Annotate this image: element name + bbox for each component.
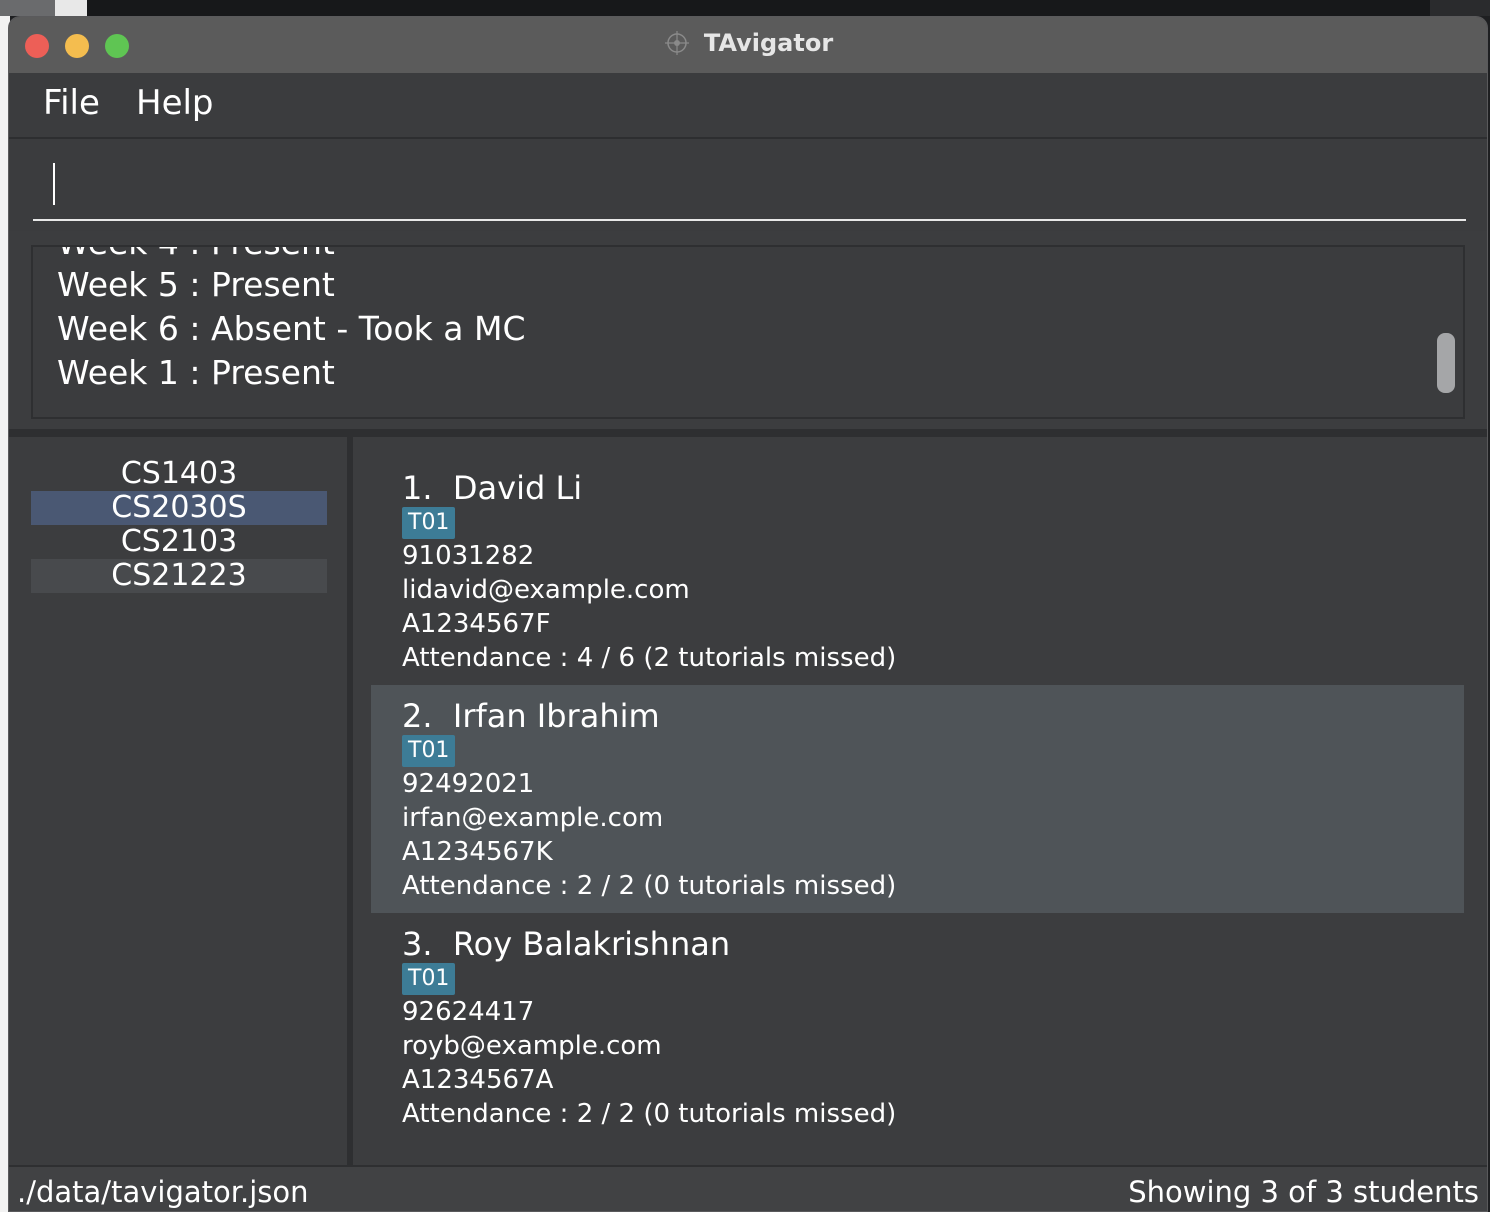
result-line: Week 5 : Present: [57, 265, 335, 304]
app-window: TAvigator File Help Week 4 : Present Wee…: [8, 16, 1488, 1212]
desktop-window-fragment: [0, 0, 55, 16]
menu-file[interactable]: File: [43, 83, 100, 123]
student-card[interactable]: 2. Irfan Ibrahim T01 92492021 irfan@exam…: [371, 685, 1464, 913]
student-card[interactable]: 3. Roy Balakrishnan T01 92624417 royb@ex…: [371, 913, 1464, 1141]
student-name: 1. David Li: [402, 469, 583, 507]
student-card[interactable]: 1. David Li T01 91031282 lidavid@example…: [371, 457, 1464, 685]
module-item-selected[interactable]: CS2030S: [31, 491, 327, 525]
result-line: Week 4 : Present: [57, 247, 335, 262]
student-matric: A1234567K: [402, 837, 553, 867]
student-email: royb@example.com: [402, 1031, 662, 1061]
student-attendance: Attendance : 4 / 6 (2 tutorials missed): [402, 643, 897, 673]
menu-help[interactable]: Help: [136, 83, 214, 123]
panel-divider[interactable]: [347, 437, 353, 1165]
status-bar: ./data/tavigator.json Showing 3 of 3 stu…: [9, 1165, 1487, 1211]
module-item[interactable]: CS2103: [31, 525, 327, 559]
data-file-path: ./data/tavigator.json: [17, 1175, 309, 1209]
title-bar[interactable]: TAvigator: [9, 17, 1487, 74]
student-phone: 91031282: [402, 541, 535, 571]
result-line: Week 1 : Present: [57, 353, 335, 392]
result-line: Week 6 : Absent - Took a MC: [57, 309, 526, 348]
tutorial-tag: T01: [402, 735, 456, 767]
module-item[interactable]: CS21223: [31, 559, 327, 593]
menu-bar: File Help: [9, 73, 1487, 139]
student-email: irfan@example.com: [402, 803, 664, 833]
section-divider: [9, 429, 1487, 437]
title-wrap: TAvigator: [9, 29, 1487, 57]
command-area: [9, 139, 1487, 231]
result-display[interactable]: Week 4 : Present Week 5 : Present Week 6…: [31, 245, 1465, 419]
tutorial-tag: T01: [402, 507, 456, 539]
student-attendance: Attendance : 2 / 2 (0 tutorials missed): [402, 871, 897, 901]
student-name: 2. Irfan Ibrahim: [402, 697, 660, 735]
student-matric: A1234567A: [402, 1065, 554, 1095]
student-phone: 92492021: [402, 769, 535, 799]
student-email: lidavid@example.com: [402, 575, 690, 605]
text-caret: [53, 163, 55, 205]
student-matric: A1234567F: [402, 609, 551, 639]
student-attendance: Attendance : 2 / 2 (0 tutorials missed): [402, 1099, 897, 1129]
student-list: 1. David Li T01 91031282 lidavid@example…: [371, 457, 1464, 1141]
desktop-corner: [1430, 0, 1490, 16]
command-input[interactable]: [33, 149, 1466, 221]
tutorial-tag: T01: [402, 963, 456, 995]
desktop-top-strip: [0, 0, 1490, 16]
student-name: 3. Roy Balakrishnan: [402, 925, 731, 963]
result-scrollbar[interactable]: [1437, 333, 1455, 393]
module-item[interactable]: CS1403: [31, 457, 327, 491]
window-title: TAvigator: [703, 29, 834, 57]
student-phone: 92624417: [402, 997, 535, 1027]
desktop-window-fragment: [55, 0, 87, 16]
compass-icon: [664, 31, 689, 55]
module-list: CS1403 CS2030S CS2103 CS21223: [31, 457, 327, 593]
student-count: Showing 3 of 3 students: [1128, 1175, 1479, 1209]
